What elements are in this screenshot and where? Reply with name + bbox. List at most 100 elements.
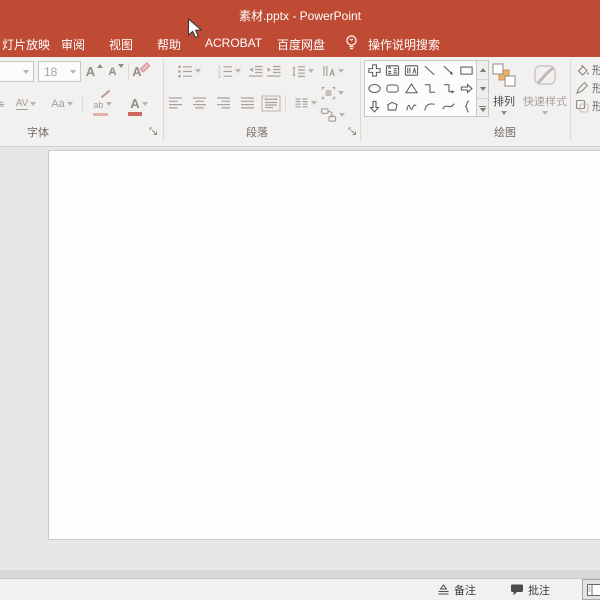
- justify-icon: [240, 96, 255, 110]
- shape-arc[interactable]: [421, 98, 440, 116]
- separator: [285, 95, 286, 112]
- font-color-button[interactable]: A: [122, 92, 156, 116]
- arrange-button[interactable]: 排列: [487, 59, 521, 121]
- columns-icon: [294, 96, 309, 110]
- clear-formatting-button[interactable]: A: [131, 60, 155, 83]
- shape-effects-icon: [575, 99, 589, 113]
- columns-button[interactable]: [289, 92, 321, 114]
- comments-button[interactable]: 批注: [510, 579, 550, 600]
- distribute-text-icon: [261, 95, 281, 112]
- shape-vertical-text-placeholder[interactable]: [402, 61, 421, 79]
- lightbulb-icon[interactable]: [344, 34, 359, 52]
- text-direction-button[interactable]: [317, 61, 347, 80]
- slide-canvas[interactable]: [48, 150, 600, 540]
- shape-arrow[interactable]: [439, 61, 458, 79]
- tell-me-search[interactable]: 操作说明搜索: [368, 36, 440, 53]
- strikethrough-button[interactable]: abc: [0, 92, 6, 116]
- group-separator: [163, 59, 164, 141]
- bullets-button[interactable]: [170, 60, 208, 82]
- shape-fill-button[interactable]: 形状填充: [575, 61, 600, 78]
- tab-view[interactable]: 视图: [109, 36, 133, 53]
- font-name-combo[interactable]: [0, 61, 34, 82]
- ribbon-home: 18 A A A abc AV Aa ab: [0, 57, 600, 147]
- decrease-indent-button[interactable]: [246, 60, 264, 82]
- triangle-down-icon: [480, 87, 486, 91]
- shape-elbow-connector[interactable]: [421, 79, 440, 97]
- font-size-combo[interactable]: 18: [38, 61, 81, 82]
- chevron-down-icon: [542, 111, 548, 115]
- shape-rectangle[interactable]: [458, 61, 477, 79]
- shape-line[interactable]: [421, 61, 440, 79]
- shape-curve[interactable]: [439, 98, 458, 116]
- numbering-icon: 1 2 3: [217, 64, 233, 79]
- decrease-indent-icon: [248, 64, 263, 79]
- normal-view-button[interactable]: [582, 579, 600, 600]
- numbering-button[interactable]: 1 2 3: [210, 60, 248, 82]
- chevron-down-icon: [339, 113, 345, 117]
- shape-triangle[interactable]: [402, 79, 421, 97]
- shape-oval[interactable]: [365, 79, 384, 97]
- increase-indent-button[interactable]: [264, 60, 282, 82]
- tab-slideshow[interactable]: 灯片放映: [2, 36, 50, 53]
- separator: [128, 63, 129, 81]
- shape-rounded-rectangle[interactable]: [384, 79, 403, 97]
- text-direction-icon: [321, 64, 336, 78]
- grow-font-button[interactable]: A: [85, 60, 104, 83]
- shape-right-arrow[interactable]: [458, 79, 477, 97]
- arrange-icon: [492, 63, 516, 88]
- shape-outline-button[interactable]: 形状轮廓: [575, 79, 600, 96]
- text-highlight-button[interactable]: ab: [86, 92, 119, 116]
- align-left-button[interactable]: [166, 92, 184, 114]
- pen-icon: [575, 81, 589, 95]
- shape-left-brace[interactable]: [458, 98, 477, 116]
- more-bar-icon: [479, 106, 486, 107]
- quick-styles-button[interactable]: 快速样式: [522, 59, 568, 121]
- chevron-down-icon: [501, 111, 507, 115]
- comment-bubble-icon: [510, 583, 524, 596]
- shape-elbow-arrow-connector[interactable]: [439, 79, 458, 97]
- shape-freeform[interactable]: [384, 98, 403, 116]
- shape-cross[interactable]: [365, 61, 384, 79]
- chevron-down-icon: [235, 69, 241, 73]
- notes-pane-splitter[interactable]: [0, 570, 600, 578]
- font-group-label: 字体: [27, 124, 49, 140]
- shape-scribble[interactable]: [402, 98, 421, 116]
- align-text-icon: [321, 86, 336, 100]
- svg-text:3: 3: [218, 74, 221, 79]
- font-dialog-launcher[interactable]: [148, 126, 159, 137]
- chevron-down-icon: [23, 70, 29, 74]
- align-center-button[interactable]: [190, 92, 208, 114]
- shape-down-arrow[interactable]: [365, 98, 384, 116]
- paragraph-group-label: 段落: [246, 124, 268, 140]
- tab-review[interactable]: 审阅: [61, 36, 85, 53]
- notes-button[interactable]: 备注: [437, 579, 476, 600]
- justify-button[interactable]: [238, 92, 256, 114]
- shape-effects-button[interactable]: 形状效果: [575, 97, 600, 114]
- tab-baidu-netdisk[interactable]: 百度网盘: [277, 36, 325, 53]
- align-left-icon: [168, 96, 183, 110]
- align-center-icon: [192, 96, 207, 110]
- line-spacing-icon: [291, 64, 306, 79]
- shape-content-placeholder[interactable]: [384, 61, 403, 79]
- chevron-down-icon: [106, 102, 112, 106]
- chevron-down-icon: [142, 102, 148, 106]
- normal-view-icon: [587, 584, 600, 596]
- tab-acrobat[interactable]: ACROBAT: [205, 36, 262, 50]
- shrink-font-button[interactable]: A: [107, 60, 126, 83]
- align-right-button[interactable]: [214, 92, 232, 114]
- group-separator: [360, 59, 361, 141]
- tab-help[interactable]: 帮助: [157, 36, 181, 53]
- line-spacing-button[interactable]: [285, 60, 319, 82]
- chevron-down-icon: [30, 102, 36, 106]
- chevron-down-icon: [308, 69, 314, 73]
- align-text-button[interactable]: [317, 83, 347, 102]
- notes-icon: [437, 584, 450, 596]
- character-spacing-button[interactable]: AV: [10, 92, 42, 116]
- distribute-text-button[interactable]: [259, 92, 282, 114]
- change-case-button[interactable]: Aa: [46, 92, 78, 116]
- shapes-gallery: [364, 60, 477, 117]
- quick-styles-icon: [533, 63, 557, 88]
- status-bar: 备注 批注: [0, 578, 600, 600]
- paragraph-dialog-launcher[interactable]: [347, 126, 358, 137]
- font-color-bar: [128, 112, 142, 116]
